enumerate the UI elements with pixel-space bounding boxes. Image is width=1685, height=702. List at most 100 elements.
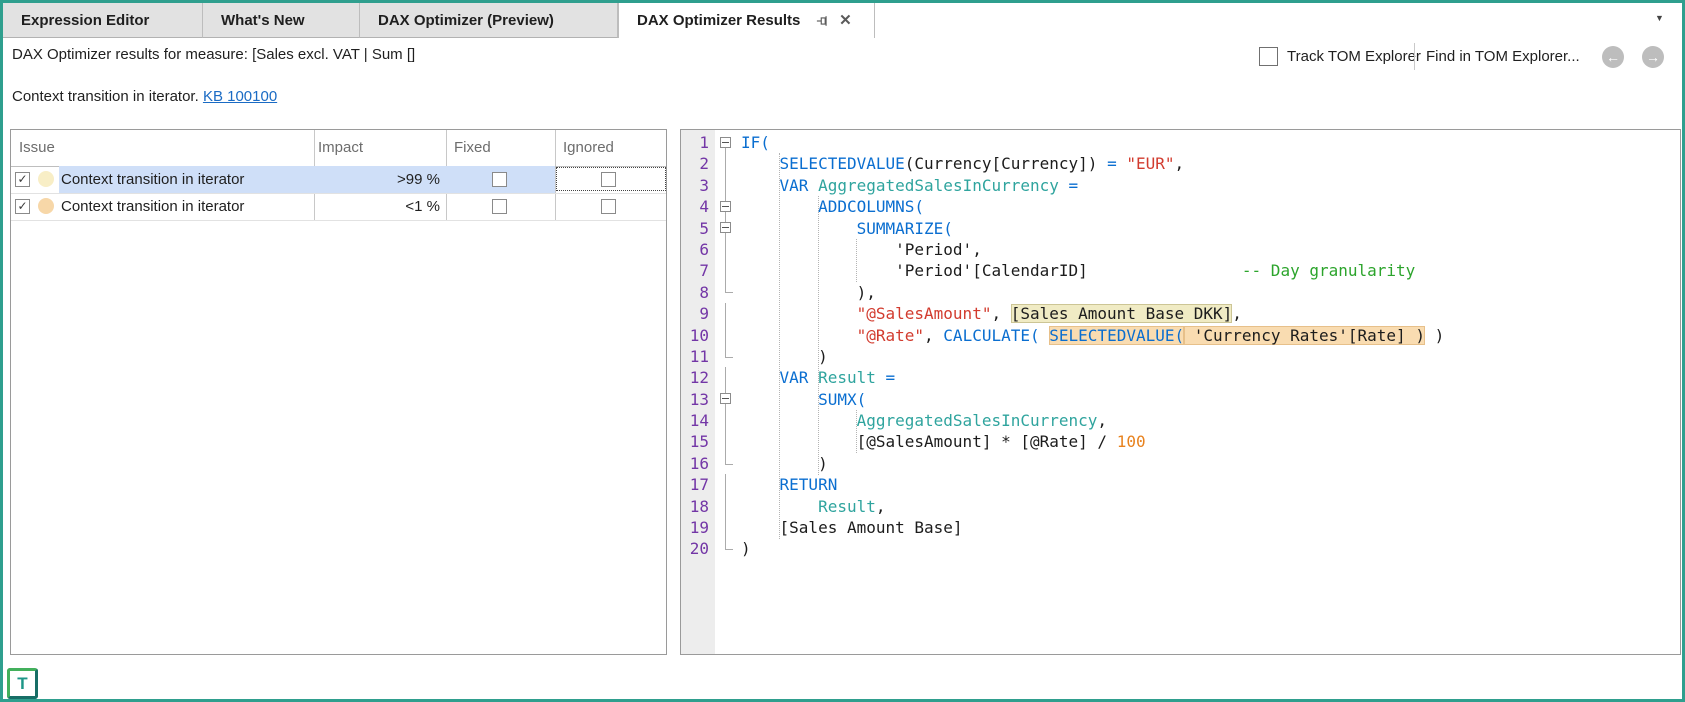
- issue-highlight-orange: 'Currency Rates'[Rate] ): [1184, 325, 1425, 345]
- code-line-text: Result,: [818, 496, 886, 516]
- close-icon[interactable]: ✕: [836, 12, 854, 30]
- issue-highlight-orange: SELECTEDVALUE(: [1049, 325, 1185, 345]
- code-line: 5 SUMMARIZE(: [681, 217, 1680, 239]
- fold-rail: [715, 495, 736, 518]
- column-header-issue[interactable]: Issue: [19, 130, 55, 166]
- code-line-text: SUMMARIZE(: [856, 218, 953, 238]
- code-line: 12 VAR Result =: [681, 367, 1680, 389]
- code-line: 7 'Period'[CalendarID] -- Day granularit…: [681, 260, 1680, 282]
- tab-whats-new[interactable]: What's New: [203, 3, 360, 38]
- line-number: 12: [689, 368, 709, 388]
- ignored-checkbox[interactable]: [601, 199, 616, 214]
- impact-value: >99 %: [397, 171, 440, 188]
- track-tom-explorer-checkbox[interactable]: [1259, 47, 1278, 66]
- code-line: 14 AggregatedSalesInCurrency,: [681, 410, 1680, 432]
- code-line: 19 [Sales Amount Base]: [681, 517, 1680, 539]
- line-number: 3: [699, 175, 709, 195]
- line-number: 15: [689, 432, 709, 452]
- line-number: 8: [699, 282, 709, 302]
- fold-rail: [715, 238, 736, 261]
- line-number: 18: [689, 496, 709, 516]
- code-line-text: ),: [741, 282, 876, 302]
- navigate-back-icon[interactable]: ←: [1602, 46, 1624, 68]
- code-line: 2 SELECTEDVALUE(Currency[Currency]) = "E…: [681, 153, 1680, 175]
- fold-rail: [715, 345, 736, 367]
- impact-dot-icon: [38, 171, 54, 187]
- tab-dax-optimizer-results[interactable]: DAX Optimizer Results ✕: [618, 3, 875, 38]
- impact-value: <1 %: [405, 198, 440, 215]
- code-line-text: 'Period'[CalendarID] -- Day granularity: [741, 261, 1416, 281]
- line-number: 4: [699, 197, 709, 217]
- line-number: 13: [689, 389, 709, 409]
- results-for-measure-text: DAX Optimizer results for measure: [Sale…: [12, 46, 416, 63]
- row-divider: [11, 220, 666, 221]
- line-number: 20: [689, 539, 709, 559]
- code-line-text: SUMX(: [818, 389, 867, 409]
- code-line: 16 ): [681, 452, 1680, 474]
- issue-row[interactable]: ✓ Context transition in iterator <1 %: [11, 193, 666, 220]
- code-line-text: VAR AggregatedSalesInCurrency =: [779, 175, 1079, 195]
- navigate-forward-icon[interactable]: →: [1642, 46, 1664, 68]
- fold-collapse-icon[interactable]: [715, 217, 736, 239]
- tab-expression-editor[interactable]: Expression Editor: [3, 3, 203, 38]
- line-number: 17: [689, 475, 709, 495]
- code-line: 13 SUMX(: [681, 388, 1680, 411]
- pin-icon[interactable]: [814, 12, 832, 30]
- code-line-text: ): [741, 453, 828, 473]
- issue-row[interactable]: ✓ Context transition in iterator >99 %: [11, 166, 666, 193]
- code-line: 18 Result,: [681, 495, 1680, 518]
- active-tab-label: DAX Optimizer Results: [637, 12, 801, 29]
- column-header-ignored[interactable]: Ignored: [563, 130, 614, 166]
- code-line: 17 RETURN: [681, 474, 1680, 496]
- toolbar-separator: [1414, 43, 1415, 70]
- code-line: 9 "@SalesAmount", [Sales Amount Base DKK…: [681, 303, 1680, 325]
- issue-highlight-yellow: [Sales Amount Base DKK]: [1010, 304, 1233, 324]
- code-line-text: SELECTEDVALUE(Currency[Currency]) = "EUR…: [779, 154, 1185, 174]
- issue-summary-text: Context transition in iterator.: [12, 88, 203, 105]
- code-line-text: ): [741, 346, 828, 366]
- kb-article-link[interactable]: KB 100100: [203, 88, 277, 105]
- find-in-tom-explorer-button[interactable]: Find in TOM Explorer...: [1426, 48, 1580, 65]
- issues-table: Issue Impact Fixed Ignored ✓ Context tran…: [10, 129, 667, 655]
- code-line: 6 'Period',: [681, 238, 1680, 261]
- fold-rail: [715, 281, 736, 303]
- fold-rail: [715, 410, 736, 432]
- code-line-text: [Sales Amount Base]: [741, 518, 963, 538]
- code-line: 10 "@Rate", CALCULATE( SELECTEDVALUE( 'C…: [681, 324, 1680, 346]
- line-number: 10: [689, 325, 709, 345]
- issue-enabled-checkbox[interactable]: ✓: [15, 172, 30, 187]
- dax-code-editor[interactable]: 1 IF(2 SELECTEDVALUE(Currency[Currency]) …: [680, 129, 1681, 655]
- fold-rail: [715, 324, 736, 346]
- code-line: 11 ): [681, 345, 1680, 367]
- column-header-impact[interactable]: Impact: [318, 130, 363, 166]
- fold-rail: [715, 174, 736, 197]
- fold-collapse-icon[interactable]: [715, 388, 736, 411]
- chevron-down-icon[interactable]: ▼: [1655, 13, 1664, 23]
- fold-rail: [715, 538, 736, 559]
- fixed-checkbox[interactable]: [492, 199, 507, 214]
- line-number: 7: [699, 261, 709, 281]
- ignored-checkbox[interactable]: [601, 172, 616, 187]
- issue-summary: Context transition in iterator. KB 10010…: [12, 88, 277, 105]
- code-line-text: ADDCOLUMNS(: [818, 197, 925, 217]
- fold-rail: [715, 431, 736, 453]
- tab-dax-optimizer-preview[interactable]: DAX Optimizer (Preview): [360, 3, 618, 38]
- code-line-text: 'Period',: [741, 239, 982, 259]
- fold-collapse-icon[interactable]: [715, 132, 736, 154]
- code-line: 15 [@SalesAmount] * [@Rate] / 100: [681, 431, 1680, 453]
- fold-collapse-icon[interactable]: [715, 196, 736, 218]
- code-line: 8 ),: [681, 281, 1680, 303]
- line-number: 2: [699, 154, 709, 174]
- fold-rail: [715, 153, 736, 175]
- code-line-text: RETURN: [779, 475, 838, 495]
- code-line: 20): [681, 538, 1680, 559]
- column-header-fixed[interactable]: Fixed: [454, 130, 491, 166]
- fold-rail: [715, 303, 736, 325]
- code-line: 1 IF(: [681, 132, 1680, 154]
- fixed-checkbox[interactable]: [492, 172, 507, 187]
- impact-dot-icon: [38, 198, 54, 214]
- line-number: 5: [699, 218, 709, 238]
- code-line-text: "@Rate", CALCULATE( SELECTEDVALUE( 'Curr…: [856, 325, 1445, 345]
- track-tom-explorer-label[interactable]: Track TOM Explorer: [1287, 48, 1421, 65]
- issue-enabled-checkbox[interactable]: ✓: [15, 199, 30, 214]
